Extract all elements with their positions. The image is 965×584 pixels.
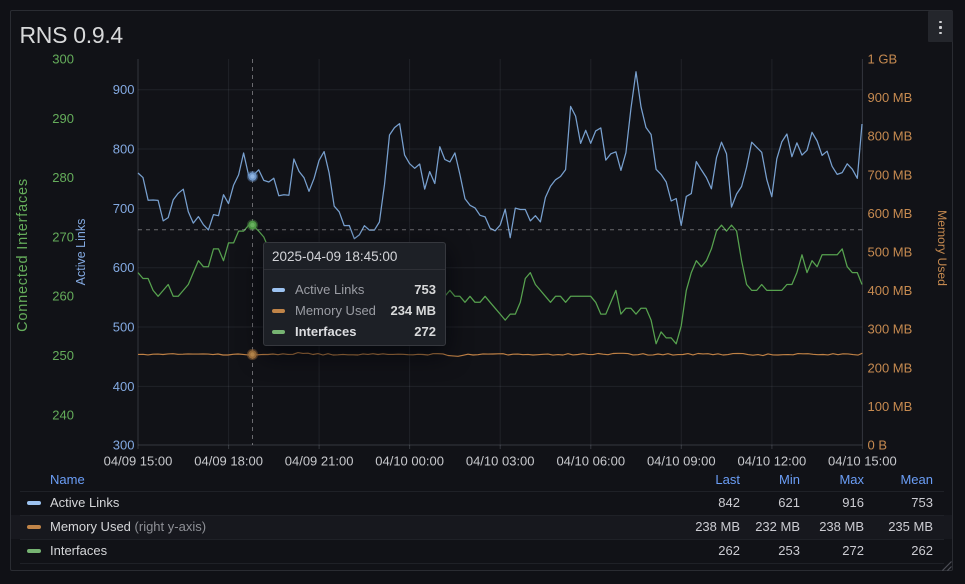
- svg-text:500 MB: 500 MB: [868, 245, 913, 260]
- svg-text:04/10 09:00: 04/10 09:00: [647, 454, 716, 469]
- svg-text:0 B: 0 B: [868, 438, 888, 453]
- svg-text:260: 260: [52, 289, 74, 304]
- svg-text:240: 240: [52, 407, 74, 422]
- svg-text:280: 280: [52, 170, 74, 185]
- svg-text:700 MB: 700 MB: [868, 167, 913, 182]
- svg-text:04/10 15:00: 04/10 15:00: [828, 454, 897, 469]
- svg-text:1 GB: 1 GB: [868, 52, 898, 67]
- svg-text:800 MB: 800 MB: [868, 129, 913, 144]
- svg-text:Active Links: Active Links: [74, 219, 88, 286]
- svg-text:250: 250: [52, 348, 74, 363]
- svg-text:200 MB: 200 MB: [868, 360, 913, 375]
- svg-text:04/09 18:00: 04/09 18:00: [194, 454, 263, 469]
- svg-text:300 MB: 300 MB: [868, 322, 913, 337]
- svg-text:500: 500: [113, 320, 135, 335]
- svg-text:300: 300: [52, 52, 74, 67]
- svg-text:700: 700: [113, 201, 135, 216]
- svg-text:600: 600: [113, 260, 135, 275]
- svg-text:04/10 03:00: 04/10 03:00: [466, 454, 535, 469]
- svg-text:400: 400: [113, 379, 135, 394]
- svg-text:600 MB: 600 MB: [868, 206, 913, 221]
- svg-text:290: 290: [52, 111, 74, 126]
- svg-text:270: 270: [52, 229, 74, 244]
- svg-text:Connected Interfaces: Connected Interfaces: [15, 178, 31, 332]
- svg-text:400 MB: 400 MB: [868, 283, 913, 298]
- svg-text:04/10 12:00: 04/10 12:00: [738, 454, 807, 469]
- svg-text:04/10 00:00: 04/10 00:00: [375, 454, 444, 469]
- svg-text:300: 300: [113, 438, 135, 453]
- svg-text:900 MB: 900 MB: [868, 90, 913, 105]
- svg-text:900: 900: [113, 82, 135, 97]
- svg-text:100 MB: 100 MB: [868, 399, 913, 414]
- svg-text:04/09 15:00: 04/09 15:00: [104, 454, 173, 469]
- svg-text:Memory Used: Memory Used: [935, 210, 949, 286]
- svg-text:04/09 21:00: 04/09 21:00: [285, 454, 354, 469]
- svg-text:800: 800: [113, 142, 135, 157]
- svg-text:04/10 06:00: 04/10 06:00: [556, 454, 625, 469]
